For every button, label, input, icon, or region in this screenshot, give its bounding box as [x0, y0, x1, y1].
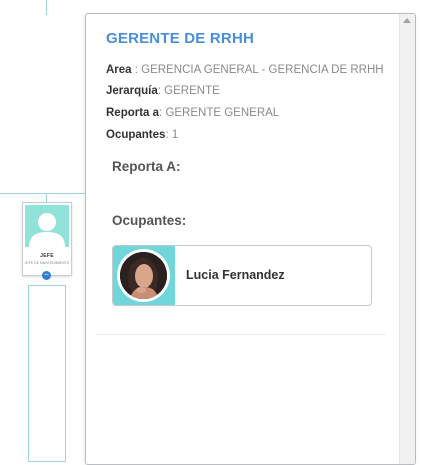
- org-node-role: JEFE: [40, 253, 54, 259]
- chart-connector-horizontal: [0, 193, 90, 194]
- field-jerarquia-label: Jerarquía: [106, 85, 158, 97]
- occupant-name: Lucia Fernandez: [186, 268, 285, 282]
- field-ocupantes-value: 1: [171, 129, 179, 141]
- field-reporta-a-value: GERENTE GENERAL: [165, 107, 280, 119]
- occupants-heading: Ocupantes:: [112, 213, 187, 228]
- avatar-placeholder-icon: [25, 205, 69, 247]
- collapse-node-button[interactable]: −: [42, 271, 51, 280]
- position-title: GERENTE DE RRHH: [106, 30, 255, 47]
- occupant-avatar: [117, 249, 170, 302]
- occupant-card[interactable]: Lucia Fernandez: [112, 245, 372, 306]
- scroll-up-arrow-icon[interactable]: [403, 18, 411, 23]
- field-area-label: Area: [106, 64, 132, 76]
- field-area-value: GERENCIA GENERAL - GERENCIA DE RRHH: [141, 64, 384, 76]
- org-node-card[interactable]: JEFE JEFE DE MANTENIMIENTO: [22, 202, 72, 276]
- org-node-subtitle: JEFE DE MANTENIMIENTO: [24, 261, 70, 265]
- field-jerarquia-value: GERENTE: [164, 85, 220, 97]
- field-reporta-a-label: Reporta a: [106, 107, 160, 119]
- position-details-panel: GERENTE DE RRHH Area : GERENCIA GENERAL …: [85, 13, 416, 465]
- field-ocupantes: Ocupantes: 1: [106, 129, 179, 141]
- field-ocupantes-label: Ocupantes: [106, 129, 166, 141]
- child-nodes-container: [28, 285, 66, 462]
- field-reporta-a: Reporta a: GERENTE GENERAL: [106, 107, 280, 119]
- panel-scrollbar[interactable]: [399, 14, 415, 464]
- field-area: Area : GERENCIA GENERAL - GERENCIA DE RR…: [106, 64, 384, 76]
- reports-to-heading: Reporta A:: [112, 159, 181, 174]
- panel-divider: [96, 334, 386, 335]
- field-jerarquia: Jerarquía: GERENTE: [106, 85, 220, 97]
- chart-connector-top: [46, 0, 47, 15]
